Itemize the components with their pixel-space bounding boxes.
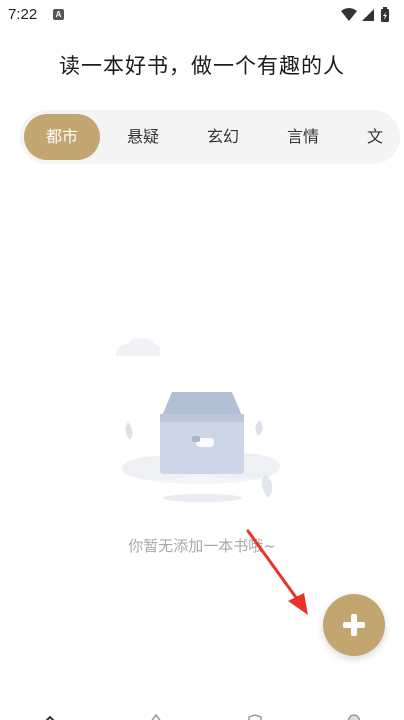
tab-label: 玄幻 — [206, 127, 239, 146]
status-icons — [340, 6, 396, 24]
tab-label: 悬疑 — [126, 127, 159, 146]
signal-icon — [362, 9, 374, 21]
empty-state-message: 你暂无添加一本书哦~ — [128, 537, 276, 555]
tab-label: 都市 — [45, 127, 78, 146]
notification-icon: A — [53, 9, 64, 20]
tab-xuanhuan[interactable]: 玄幻 — [192, 114, 254, 160]
map-icon[interactable] — [246, 710, 266, 720]
tab-yanqing[interactable]: 言情 — [272, 114, 334, 160]
screen: 7:22 A 读一本好书，做一个有趣的人 都市 悬疑 玄幻 言情 文 你暂无添加… — [0, 0, 404, 720]
bottom-nav — [0, 704, 404, 720]
plus-icon — [343, 614, 365, 636]
status-time: 7:22 — [8, 6, 38, 23]
battery-icon — [381, 7, 389, 22]
page-title: 读一本好书，做一个有趣的人 — [59, 54, 345, 78]
profile-icon[interactable] — [344, 710, 364, 720]
tab-dushi[interactable]: 都市 — [24, 114, 100, 160]
bookshelf-icon[interactable] — [146, 710, 166, 720]
home-icon[interactable] — [40, 710, 60, 720]
category-tabs: 都市 悬疑 玄幻 言情 文 — [20, 110, 400, 164]
add-book-button[interactable] — [323, 594, 385, 656]
tab-label: 文 — [366, 127, 383, 146]
wifi-icon — [341, 8, 357, 21]
tab-label: 言情 — [286, 127, 319, 146]
empty-box-icon — [100, 330, 300, 520]
tab-wen[interactable]: 文 — [360, 114, 390, 160]
tab-xuanyi[interactable]: 悬疑 — [112, 114, 174, 160]
status-bar: 7:22 A — [0, 0, 404, 30]
annotation-arrow-icon — [240, 525, 320, 620]
